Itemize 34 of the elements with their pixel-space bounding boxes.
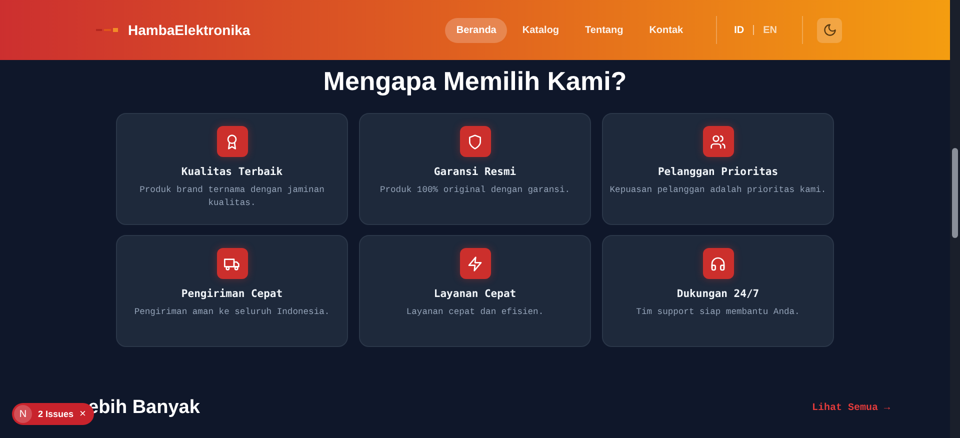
logo-icon — [96, 27, 120, 33]
feature-title: Kualitas Terbaik — [181, 166, 283, 178]
shield-icon — [467, 134, 483, 150]
language-option[interactable]: ID — [731, 22, 748, 38]
feature-title: Garansi Resmi — [434, 166, 516, 178]
feature-title: Pengiriman Cepat — [181, 288, 283, 300]
language-option[interactable]: EN — [760, 22, 780, 38]
nav-link[interactable]: Katalog — [511, 18, 570, 42]
feature-description: Layanan cepat dan efisien. — [406, 306, 544, 319]
users-icon — [710, 134, 726, 150]
lightning-icon — [467, 256, 483, 272]
nav-link[interactable]: Beranda — [445, 18, 508, 42]
theme-toggle-button[interactable] — [817, 18, 842, 42]
close-icon[interactable]: × — [80, 408, 86, 420]
next-logo: N — [14, 405, 32, 423]
feature-description: Produk 100% original dengan garansi. — [380, 184, 570, 197]
nav-link[interactable]: Tentang — [574, 18, 634, 42]
feature-description: Tim support siap membantu Anda. — [636, 306, 800, 319]
nav-link[interactable]: Kontak — [638, 18, 694, 42]
feature-title: Pelanggan Prioritas — [658, 166, 778, 178]
feature-description: Pengiriman aman ke seluruh Indonesia. — [134, 306, 330, 319]
headphones-icon — [710, 256, 726, 272]
moon-icon — [822, 23, 836, 37]
feature-description: Kepuasan pelanggan adalah prioritas kami. — [610, 184, 826, 197]
scrollbar[interactable] — [950, 0, 960, 438]
feature-title: Layanan Cepat — [434, 288, 516, 300]
feature-title: Dukungan 24/7 — [676, 288, 760, 300]
feature-description: Produk brand ternama dengan jaminan kualitas. — [138, 184, 326, 210]
brand-name[interactable]: HambaElektronika — [128, 22, 250, 38]
truck-icon — [224, 256, 240, 272]
section-title: Mengapa Memilih Kami? — [323, 66, 627, 97]
issues-label: 2 Issues — [38, 409, 74, 419]
see-all-link[interactable]: Lihat Semua → — [812, 402, 890, 414]
scrollbar-thumb[interactable] — [952, 148, 958, 238]
